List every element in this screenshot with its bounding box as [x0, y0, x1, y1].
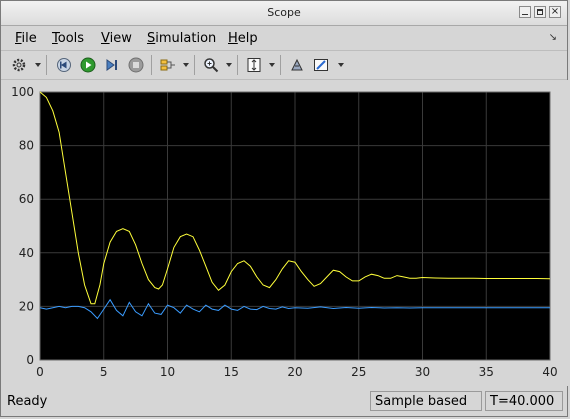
autoscale-dropdown-icon[interactable] — [269, 63, 275, 67]
menu-help[interactable]: Help — [228, 31, 258, 46]
settings-dropdown-icon[interactable] — [35, 63, 41, 67]
menu-help-accel: H — [228, 31, 238, 46]
window-title: Scope — [267, 6, 301, 19]
scope-chart[interactable]: 0 5 10 15 20 25 30 35 40 0 20 40 60 80 100 — [1, 80, 569, 386]
menu-view[interactable]: View — [101, 31, 132, 46]
signal-select-dropdown-icon[interactable] — [183, 63, 189, 67]
maximize-button[interactable] — [534, 6, 546, 18]
toolbar — [1, 51, 567, 80]
run-icon[interactable] — [78, 55, 98, 75]
menu-view-label: iew — [109, 31, 132, 46]
menu-simulation-label: imulation — [155, 31, 217, 46]
x-tick-label: 15 — [224, 365, 239, 379]
scope-plot[interactable]: 0 5 10 15 20 25 30 35 40 0 20 40 60 80 100 — [1, 80, 569, 386]
title-bar[interactable]: Scope × — [1, 1, 567, 26]
toolbar-separator — [46, 55, 47, 75]
menu-help-label: elp — [237, 31, 258, 46]
y-tick-label: 100 — [11, 85, 34, 99]
scope-window: Scope × File Tools View Simulation Help … — [0, 0, 569, 417]
y-tick-label: 80 — [19, 139, 34, 153]
status-sample-mode: Sample based — [370, 391, 482, 411]
settings-icon[interactable] — [9, 55, 29, 75]
status-ready: Ready — [7, 394, 48, 409]
menu-tools-label: ools — [57, 31, 85, 46]
toolbar-separator — [237, 55, 238, 75]
status-bar: Ready Sample based T=40.000 — [1, 389, 567, 415]
menu-file-label: ile — [21, 31, 37, 46]
style-icon[interactable] — [311, 55, 331, 75]
status-sim-time: T=40.000 — [485, 391, 563, 411]
toolbar-separator — [151, 55, 152, 75]
toolbar-separator — [280, 55, 281, 75]
y-tick-label: 0 — [26, 353, 34, 367]
dock-arrow-icon[interactable]: ↘ — [549, 32, 557, 43]
signal-select-icon[interactable] — [158, 55, 178, 75]
step-back-icon[interactable] — [54, 55, 74, 75]
x-tick-label: 25 — [351, 365, 366, 379]
menu-file[interactable]: File — [15, 31, 37, 46]
y-tick-label: 60 — [19, 192, 34, 206]
zoom-dropdown-icon[interactable] — [226, 63, 232, 67]
menu-bar: File Tools View Simulation Help ↘ — [1, 26, 567, 51]
highlight-simulink-icon[interactable] — [287, 55, 307, 75]
step-forward-icon[interactable] — [102, 55, 122, 75]
zoom-icon[interactable] — [201, 55, 221, 75]
menu-tools[interactable]: Tools — [52, 31, 84, 46]
x-tick-label: 5 — [100, 365, 108, 379]
style-dropdown-icon[interactable] — [338, 63, 344, 67]
toolbar-separator — [194, 55, 195, 75]
minimize-button[interactable] — [519, 6, 531, 18]
autoscale-icon[interactable] — [244, 55, 264, 75]
y-tick-label: 20 — [19, 299, 34, 313]
x-tick-label: 40 — [542, 365, 557, 379]
menu-view-accel: V — [101, 31, 110, 46]
x-tick-label: 20 — [287, 365, 302, 379]
menu-simulation[interactable]: Simulation — [147, 31, 216, 46]
close-button[interactable]: × — [549, 6, 561, 18]
x-tick-label: 0 — [36, 365, 44, 379]
x-tick-label: 35 — [479, 365, 494, 379]
x-tick-label: 10 — [160, 365, 175, 379]
x-tick-label: 30 — [415, 365, 430, 379]
y-tick-label: 40 — [19, 246, 34, 260]
stop-icon[interactable] — [126, 55, 146, 75]
